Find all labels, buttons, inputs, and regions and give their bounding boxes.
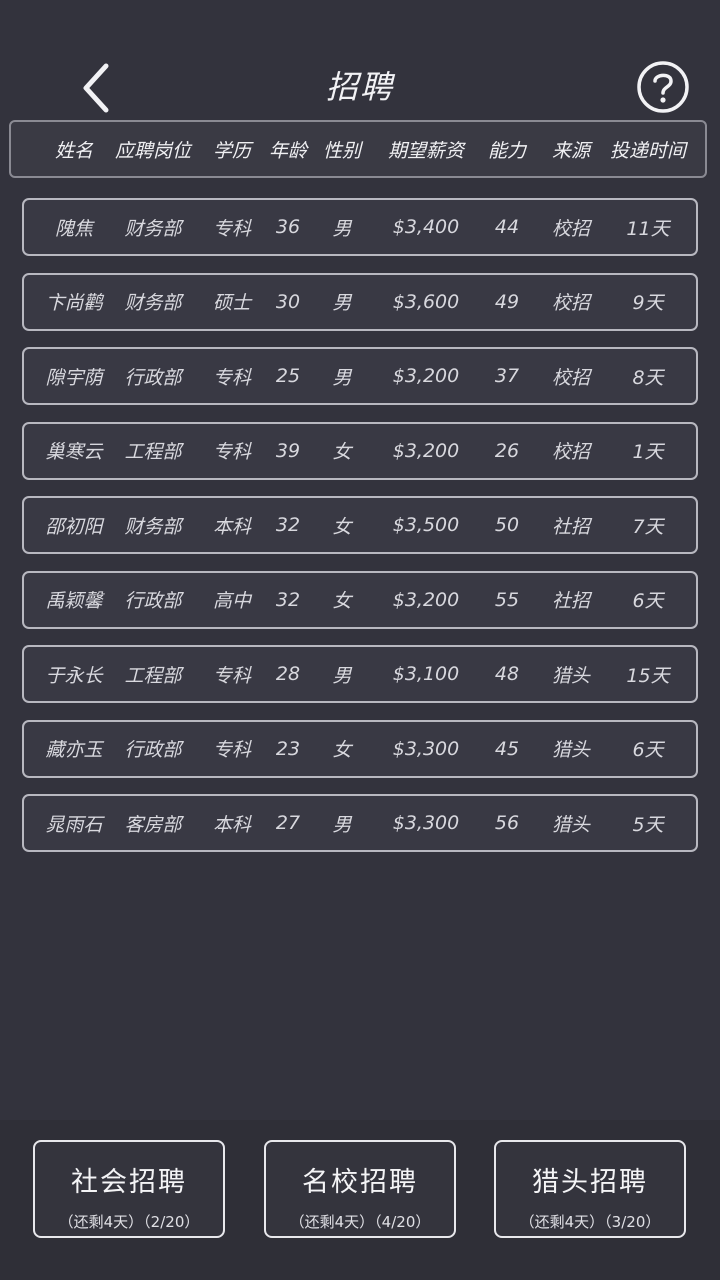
cell-department: 工程部: [124, 664, 182, 687]
button-label: 猎头招聘: [532, 1167, 648, 1198]
cell-name: 禹颖馨: [45, 590, 103, 612]
cell-salary: $3,600: [392, 290, 460, 313]
cell-salary: $3,200: [392, 439, 460, 462]
cell-gender: 男: [332, 217, 352, 240]
cell-submit-time: 7天: [632, 515, 664, 538]
table-row[interactable]: 邵初阳 财务部 本科 32 女 $3,500 50 社招 7天: [22, 496, 698, 554]
cell-submit-time: 5天: [632, 813, 664, 836]
cell-name: 卞尚鹳: [45, 292, 103, 314]
cell-submit-time: 11天: [626, 217, 670, 240]
cell-gender: 男: [332, 664, 352, 687]
cell-department: 工程部: [124, 441, 182, 463]
table-header: 姓名 应聘岗位 学历 年龄 性别 期望薪资 能力 来源 投递时间: [9, 120, 707, 178]
cell-submit-time: 8天: [632, 366, 664, 389]
table-row[interactable]: 藏亦玉 行政部 专科 23 女 $3,300 45 猎头 6天: [22, 719, 698, 778]
cell-department: 行政部: [124, 366, 182, 389]
cell-submit-time: 6天: [632, 739, 664, 761]
button-label: 名校招聘: [302, 1167, 418, 1198]
button-status: （还剩4天）（4/20）: [289, 1213, 431, 1231]
cell-salary: $3,400: [392, 216, 460, 238]
cell-name: 隙宇荫: [45, 366, 103, 389]
cell-submit-time: 1天: [632, 441, 664, 463]
cell-salary: $3,300: [392, 812, 460, 834]
button-status: （还剩4天）（3/20）: [519, 1213, 661, 1231]
cell-gender: 女: [332, 590, 352, 612]
cell-gender: 女: [332, 515, 352, 538]
cell-salary: $3,300: [392, 737, 460, 760]
cell-salary: $3,200: [392, 588, 460, 611]
table-row[interactable]: 于永长 工程部 专科 28 男 $3,100 48 猎头 15天: [22, 645, 698, 703]
column-header-department: 应聘岗位: [114, 139, 191, 162]
table-row[interactable]: 卞尚鹳 财务部 硕士 30 男 $3,600 49 校招 9天: [22, 272, 698, 331]
table-row[interactable]: 晁雨石 客房部 本科 27 男 $3,300 56 猎头 5天: [22, 794, 698, 852]
cell-name: 晁雨石: [45, 813, 103, 836]
cell-submit-time: 9天: [632, 292, 664, 314]
cell-gender: 女: [332, 441, 352, 463]
cell-submit-time: 15天: [626, 664, 670, 687]
social-recruit-button[interactable]: 社会招聘 （还剩4天）（2/20）: [33, 1140, 225, 1238]
cell-department: 行政部: [124, 739, 182, 761]
cell-gender: 女: [332, 739, 352, 761]
headhunter-recruit-button[interactable]: 猎头招聘 （还剩4天）（3/20）: [494, 1140, 686, 1238]
page-title: 招聘: [325, 68, 394, 106]
cell-submit-time: 6天: [632, 590, 664, 612]
cell-salary: $3,500: [392, 514, 460, 536]
cell-name: 于永长: [45, 664, 103, 687]
cell-department: 行政部: [124, 590, 182, 612]
cell-department: 客房部: [124, 813, 182, 836]
table-row[interactable]: 巢寒云 工程部 专科 39 女 $3,200 26 校招 1天: [22, 421, 698, 480]
cell-name: 巢寒云: [45, 441, 103, 463]
table-row[interactable]: 禹颖馨 行政部 高中 32 女 $3,200 55 社招 6天: [22, 570, 698, 629]
button-status: （还剩4天）（2/20）: [58, 1213, 200, 1231]
cell-name: 藏亦玉: [45, 739, 103, 761]
column-header-name: 姓名: [54, 139, 93, 162]
cell-department: 财务部: [124, 292, 182, 314]
column-header-gender: 性别: [322, 139, 361, 162]
column-header-submit-time: 投递时间: [609, 139, 686, 162]
table-row[interactable]: 隗焦 财务部 专科 36 男 $3,400 44 校招 11天: [22, 198, 698, 256]
cell-gender: 男: [332, 366, 352, 389]
cell-name: 隗焦: [54, 217, 93, 240]
cell-gender: 男: [332, 292, 352, 314]
question-circle-icon: [637, 61, 689, 113]
table-row[interactable]: 隙宇荫 行政部 专科 25 男 $3,200 37 校招 8天: [22, 347, 698, 405]
cell-salary: $3,100: [392, 663, 460, 685]
cell-gender: 男: [332, 813, 352, 836]
help-button[interactable]: [636, 60, 690, 114]
cell-department: 财务部: [124, 217, 182, 240]
cell-department: 财务部: [124, 515, 182, 538]
column-header-salary: 期望薪资: [387, 139, 464, 162]
cell-name: 邵初阳: [45, 515, 103, 538]
cell-salary: $3,200: [392, 365, 460, 387]
top-bar: 招聘: [0, 0, 720, 120]
campus-recruit-button[interactable]: 名校招聘 （还剩4天）（4/20）: [264, 1140, 456, 1238]
button-label: 社会招聘: [71, 1167, 187, 1198]
